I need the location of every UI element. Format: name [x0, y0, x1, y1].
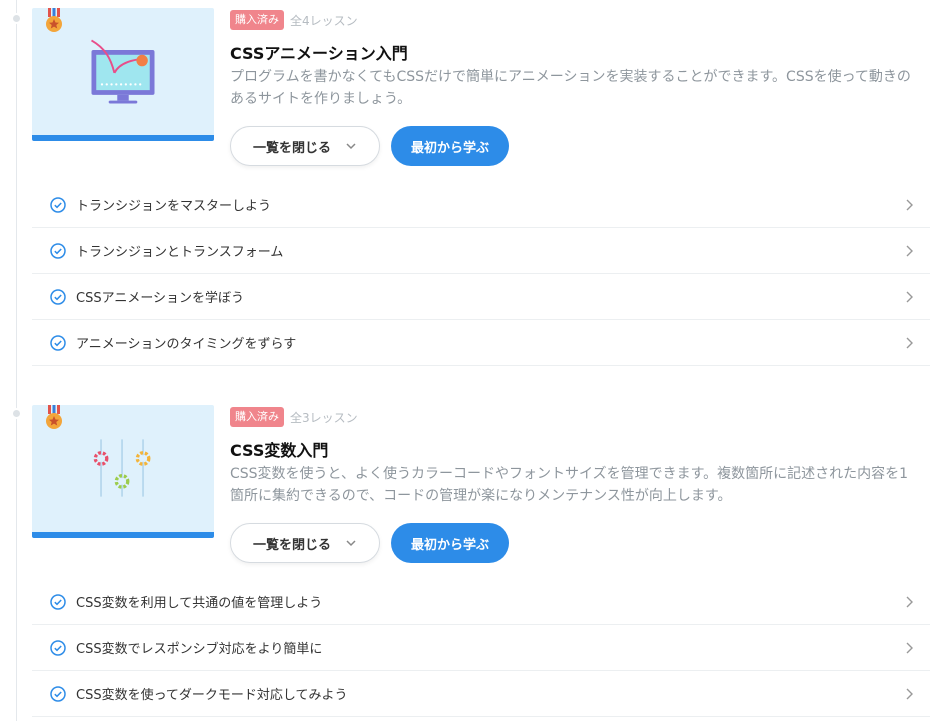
check-circle-icon	[50, 334, 66, 351]
course-meta: 購入済み 全4レッスン	[230, 10, 358, 30]
monitor-animation-icon	[91, 39, 155, 104]
close-list-button[interactable]: 一覧を閉じる	[230, 126, 380, 166]
chevron-right-icon	[906, 337, 913, 349]
lesson-item[interactable]: CSS変数を利用して共通の値を管理しよう	[32, 579, 930, 625]
course-description: CSS変数を使うと、よく使うカラーコードやフォントサイズを管理できます。複数箇所…	[230, 466, 909, 504]
lesson-label: トランシジョンをマスターしよう	[76, 199, 272, 214]
lesson-item[interactable]: アニメーションのタイミングをずらす	[32, 320, 930, 366]
timeline-dot	[11, 13, 22, 24]
chevron-right-icon	[906, 688, 913, 700]
lesson-item[interactable]: CSS変数でレスポンシブ対応をより簡単に	[32, 625, 930, 671]
check-circle-icon	[50, 685, 66, 702]
lesson-label: トランシジョンとトランスフォーム	[76, 245, 284, 260]
course-title[interactable]: CSS変数入門	[230, 437, 328, 461]
check-circle-icon	[50, 288, 66, 305]
chevron-right-icon	[906, 596, 913, 608]
check-circle-icon	[50, 593, 66, 610]
lesson-label: CSSアニメーションを学ぼう	[76, 291, 245, 306]
lesson-count: 全3レッスン	[290, 410, 358, 425]
chevron-down-icon	[346, 540, 356, 547]
lesson-label: アニメーションのタイミングをずらす	[76, 337, 297, 352]
close-list-button[interactable]: 一覧を閉じる	[230, 523, 380, 563]
course-description: プログラムを書かなくてもCSSだけで簡単にアニメーションを実装することができます…	[230, 69, 911, 107]
lesson-item[interactable]: CSSアニメーションを学ぼう	[32, 274, 930, 320]
lesson-list: トランシジョンをマスターしよう トランシジョンとトランスフォーム CSSアニメー…	[32, 182, 930, 366]
course-title[interactable]: CSSアニメーション入門	[230, 40, 408, 64]
lesson-label: CSS変数でレスポンシブ対応をより簡単に	[76, 642, 323, 657]
chevron-right-icon	[906, 642, 913, 654]
chevron-right-icon	[906, 291, 913, 303]
course-thumbnail[interactable]	[32, 405, 214, 538]
close-list-label: 一覧を閉じる	[252, 140, 331, 156]
purchased-badge: 購入済み	[230, 407, 284, 427]
lesson-item[interactable]: トランシジョンとトランスフォーム	[32, 228, 930, 274]
check-circle-icon	[50, 242, 66, 259]
check-circle-icon	[50, 196, 66, 213]
start-from-beginning-button[interactable]: 最初から学ぶ	[391, 126, 509, 166]
chevron-down-icon	[346, 143, 356, 150]
lesson-label: CSS変数を利用して共通の値を管理しよう	[76, 596, 323, 611]
close-list-label: 一覧を閉じる	[252, 537, 331, 553]
lesson-list: CSS変数を利用して共通の値を管理しよう CSS変数でレスポンシブ対応をより簡単…	[32, 579, 930, 717]
timeline-dot	[11, 408, 22, 419]
course-meta: 購入済み 全3レッスン	[230, 407, 358, 427]
lesson-label: CSS変数を使ってダークモード対応してみよう	[76, 688, 348, 703]
lesson-count: 全4レッスン	[290, 13, 358, 28]
course-card-css-animation: 購入済み 全4レッスン CSSアニメーション入門 プログラムを書かなくてもCSS…	[32, 8, 930, 366]
course-thumbnail[interactable]	[32, 8, 214, 141]
check-circle-icon	[50, 639, 66, 656]
lesson-item[interactable]: トランシジョンをマスターしよう	[32, 182, 930, 228]
chevron-right-icon	[906, 245, 913, 257]
course-card-css-variables: 購入済み 全3レッスン CSS変数入門 CSS変数を使うと、よく使うカラーコード…	[32, 405, 930, 717]
purchased-badge: 購入済み	[230, 10, 284, 30]
chevron-right-icon	[906, 199, 913, 211]
gears-sliders-icon	[93, 439, 151, 497]
timeline-line	[16, 0, 17, 721]
start-from-beginning-button[interactable]: 最初から学ぶ	[391, 523, 509, 563]
lesson-item[interactable]: CSS変数を使ってダークモード対応してみよう	[32, 671, 930, 717]
